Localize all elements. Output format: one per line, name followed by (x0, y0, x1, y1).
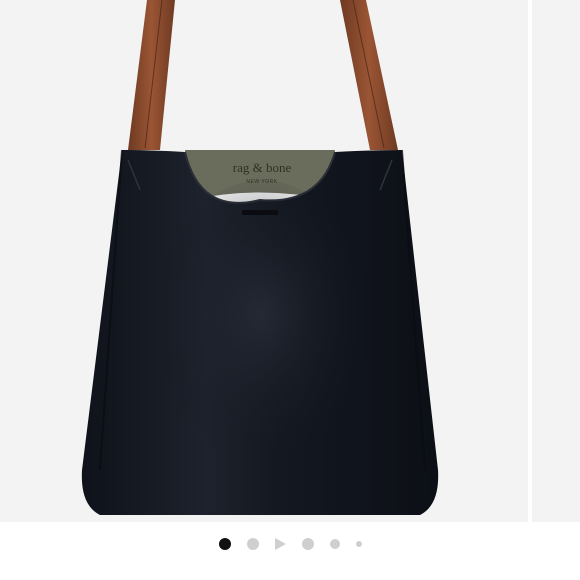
carousel-dot-5[interactable] (329, 539, 340, 549)
image-carousel[interactable]: rag & bone NEW YORK (0, 0, 580, 580)
carousel-slide-current[interactable]: rag & bone NEW YORK (0, 0, 528, 522)
brand-label-line1: rag & bone (233, 160, 292, 175)
product-image-tote-bag: rag & bone NEW YORK (81, 0, 439, 515)
carousel-dot-1-active[interactable] (218, 538, 231, 550)
carousel-dot-4[interactable] (301, 538, 314, 550)
carousel-dot-6[interactable] (355, 541, 362, 547)
strap-left (128, 0, 175, 150)
carousel-pagination (0, 530, 580, 558)
brand-label-line2: NEW YORK (246, 179, 277, 185)
carousel-video-play-icon[interactable] (274, 538, 286, 550)
carousel-slide-next-peek[interactable] (532, 0, 580, 522)
carousel-dot-2[interactable] (246, 538, 259, 550)
